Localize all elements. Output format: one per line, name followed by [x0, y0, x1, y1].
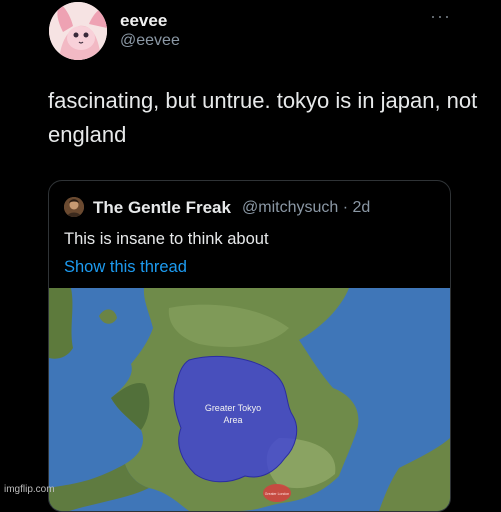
- avatar[interactable]: [49, 2, 107, 60]
- quoted-handle-time[interactable]: @mitchysuch · 2d: [242, 199, 370, 217]
- more-dots-icon[interactable]: ···: [430, 6, 451, 27]
- map-image[interactable]: Greater Tokyo Area Greater London: [49, 288, 450, 511]
- quoted-tweet-card[interactable]: The Gentle Freak @mitchysuch · 2d This i…: [48, 180, 451, 512]
- london-label: Greater London: [265, 492, 290, 496]
- quoted-time[interactable]: · 2d: [343, 199, 371, 216]
- quoted-avatar[interactable]: [64, 197, 84, 217]
- overlay-label-line2: Area: [223, 415, 242, 425]
- show-thread-link[interactable]: Show this thread: [64, 258, 187, 277]
- quoted-handle[interactable]: @mitchysuch: [242, 199, 338, 216]
- eevee-avatar-icon: [49, 2, 107, 60]
- overlay-label-line1: Greater Tokyo: [205, 403, 261, 413]
- user-handle[interactable]: @eevee: [120, 32, 180, 50]
- display-name[interactable]: eevee: [120, 11, 167, 31]
- quoted-display-name[interactable]: The Gentle Freak: [93, 198, 231, 218]
- tweet-text: fascinating, but untrue. tokyo is in jap…: [48, 88, 478, 147]
- watermark: imgflip.com: [4, 484, 55, 495]
- england-map: Greater Tokyo Area Greater London: [49, 288, 450, 511]
- quoted-text: This is insane to think about: [64, 230, 269, 248]
- person-avatar-icon: [64, 197, 84, 217]
